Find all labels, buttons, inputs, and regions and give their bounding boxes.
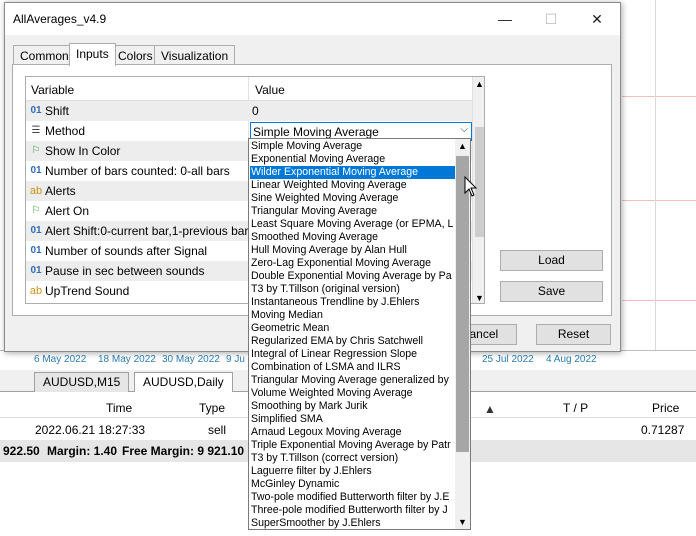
chart-tab-audusd-m15[interactable]: AUDUSD,M15 bbox=[34, 372, 130, 392]
dropdown-option[interactable]: Least Square Moving Average (or EPMA, L bbox=[250, 218, 455, 231]
grid-line bbox=[622, 300, 696, 301]
row-name: Shift bbox=[45, 104, 70, 118]
dropdown-option[interactable]: Smoothing by Mark Jurik bbox=[250, 400, 455, 413]
dropdown-option[interactable]: Hull Moving Average by Alan Hull bbox=[250, 244, 455, 257]
scroll-down-icon[interactable]: ▼ bbox=[458, 517, 467, 527]
dropdown-option[interactable]: Regularized EMA by Chris Satchwell bbox=[250, 335, 455, 348]
dropdown-option[interactable]: Integral of Linear Regression Slope bbox=[250, 348, 455, 361]
dropdown-option[interactable]: Simple Moving Average bbox=[250, 140, 455, 153]
row-name: Alerts bbox=[45, 184, 76, 198]
enum-list-icon: ☰ bbox=[31, 125, 41, 136]
integer-icon: 01 bbox=[30, 105, 42, 116]
close-icon[interactable]: ✕ bbox=[574, 3, 620, 35]
tab-visualization[interactable]: Visualization bbox=[154, 45, 236, 65]
trade-time: 2022.06.21 18:27:33 bbox=[35, 423, 146, 437]
col-price[interactable]: Price bbox=[652, 401, 679, 415]
combobox-value: Simple Moving Average bbox=[253, 125, 379, 139]
dropdown-option[interactable]: Linear Weighted Moving Average bbox=[250, 179, 455, 192]
dropdown-option[interactable]: SuperSmoother by J.Ehlers bbox=[250, 517, 455, 529]
dropdown-option[interactable]: T3 by T.Tillson (original version) bbox=[250, 283, 455, 296]
reset-button[interactable]: Reset bbox=[536, 324, 611, 345]
mouse-cursor-icon bbox=[464, 176, 478, 197]
minimize-icon[interactable]: — bbox=[482, 3, 528, 35]
grid-line bbox=[622, 200, 696, 201]
col-type[interactable]: Type bbox=[199, 401, 225, 415]
date-label: 18 May 2022 bbox=[98, 354, 156, 365]
margin-value: Margin: 1.40 bbox=[47, 444, 118, 458]
dropdown-option[interactable]: Three-pole modified Butterworth filter b… bbox=[250, 504, 455, 517]
dropdown-option[interactable]: Simplified SMA bbox=[250, 413, 455, 426]
tab-colors[interactable]: Colors bbox=[111, 45, 160, 65]
row-name: Pause in sec between sounds bbox=[45, 264, 205, 278]
dropdown-option[interactable]: Smoothed Moving Average bbox=[250, 231, 455, 244]
sort-arrow-icon: ▲ bbox=[484, 402, 496, 416]
date-label: 9 Ju bbox=[226, 354, 245, 365]
row-name: Show In Color bbox=[45, 144, 121, 158]
dropdown-option[interactable]: Combination of LSMA and ILRS bbox=[250, 361, 455, 374]
dropdown-option[interactable]: Triangular Moving Average generalized by bbox=[250, 374, 455, 387]
method-dropdown-list[interactable]: Simple Moving Average Exponential Moving … bbox=[248, 138, 471, 530]
string-icon: ab bbox=[29, 285, 43, 297]
scroll-up-icon[interactable]: ▲ bbox=[475, 79, 484, 89]
row-value[interactable]: 0 bbox=[252, 104, 259, 118]
dropdown-option[interactable]: Laguerre filter by J.Ehlers bbox=[250, 465, 455, 478]
integer-icon: 01 bbox=[30, 225, 42, 236]
col-tp[interactable]: T / P bbox=[563, 401, 588, 415]
date-label: 25 Jul 2022 bbox=[482, 354, 534, 365]
tab-common[interactable]: Common bbox=[13, 45, 76, 65]
save-button[interactable]: Save bbox=[500, 281, 603, 302]
grid-line bbox=[655, 0, 656, 350]
header-variable: Variable bbox=[31, 83, 75, 97]
trade-price: 0.71287 bbox=[641, 423, 685, 437]
dropdown-option[interactable]: T3 by T.Tillson (correct version) bbox=[250, 452, 455, 465]
dropdown-option[interactable]: Volume Weighted Moving Average bbox=[250, 387, 455, 400]
integer-icon: 01 bbox=[30, 265, 42, 276]
string-icon: ab bbox=[29, 185, 43, 197]
date-label: 30 May 2022 bbox=[162, 354, 220, 365]
row-name: Alert On bbox=[45, 204, 90, 218]
row-name: UpTrend Sound bbox=[45, 284, 130, 298]
date-label: 6 May 2022 bbox=[34, 354, 87, 365]
dropdown-option[interactable]: Arnaud Legoux Moving Average bbox=[250, 426, 455, 439]
integer-icon: 01 bbox=[30, 165, 42, 176]
bool-flag-icon: ⚐ bbox=[31, 205, 41, 216]
dropdown-option[interactable]: Exponential Moving Average bbox=[250, 153, 455, 166]
dropdown-option[interactable]: McGinley Dynamic bbox=[250, 478, 455, 491]
tab-inputs[interactable]: Inputs bbox=[69, 43, 116, 66]
header-value: Value bbox=[255, 83, 285, 97]
dropdown-option[interactable]: Wilder Exponential Moving Average bbox=[250, 166, 455, 179]
dropdown-option[interactable]: Zero-Lag Exponential Moving Average bbox=[250, 257, 455, 270]
scroll-up-icon[interactable]: ▲ bbox=[458, 141, 467, 151]
bool-flag-icon: ⚐ bbox=[31, 145, 41, 156]
chevron-down-icon[interactable]: ⌵ bbox=[460, 124, 468, 135]
row-name: Number of bars counted: 0-all bars bbox=[45, 164, 230, 178]
grid-line bbox=[622, 96, 696, 97]
title-bar[interactable]: AllAverages_v4.9 — ☐ ✕ bbox=[5, 3, 620, 35]
dropdown-option[interactable]: Triangular Moving Average bbox=[250, 205, 455, 218]
col-time[interactable]: Time bbox=[106, 401, 132, 415]
scroll-down-icon[interactable]: ▼ bbox=[475, 293, 484, 303]
dropdown-option[interactable]: Geometric Mean bbox=[250, 322, 455, 335]
free-margin-value: Free Margin: 9 921.10 bbox=[122, 444, 245, 458]
integer-icon: 01 bbox=[30, 245, 42, 256]
date-label: 4 Aug 2022 bbox=[546, 354, 597, 365]
dropdown-option[interactable]: Sine Weighted Moving Average bbox=[250, 192, 455, 205]
dropdown-option[interactable]: Double Exponential Moving Average by Pa bbox=[250, 270, 455, 283]
grid-row-shift[interactable]: 01 Shift 0 bbox=[26, 101, 472, 121]
grid-header: Variable Value bbox=[26, 77, 472, 101]
trade-type: sell bbox=[208, 423, 227, 437]
dropdown-option[interactable]: Moving Median bbox=[250, 309, 455, 322]
dropdown-option[interactable]: Two-pole modified Butterworth filter by … bbox=[250, 491, 455, 504]
dialog-title: AllAverages_v4.9 bbox=[13, 12, 107, 26]
load-button[interactable]: Load bbox=[500, 250, 603, 271]
row-name: Method bbox=[45, 124, 86, 138]
row-name: Alert Shift:0-current bar,1-previous bar bbox=[45, 224, 249, 238]
balance-amount: 922.50 bbox=[3, 444, 40, 458]
maximize-icon: ☐ bbox=[544, 11, 558, 27]
dropdown-option[interactable]: Instantaneous Trendline by J.Ehlers bbox=[250, 296, 455, 309]
scrollbar-thumb[interactable] bbox=[456, 156, 469, 452]
chart-tab-audusd-daily[interactable]: AUDUSD,Daily bbox=[134, 372, 233, 392]
row-name: Number of sounds after Signal bbox=[45, 244, 208, 258]
dropdown-option[interactable]: Triple Exponential Moving Average by Pat… bbox=[250, 439, 455, 452]
